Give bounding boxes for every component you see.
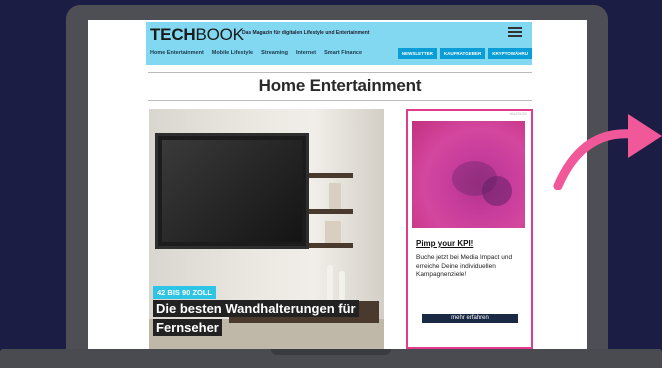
ad-label: ANZEIGE: [509, 111, 527, 116]
ad-image[interactable]: [412, 121, 525, 228]
krypto-button[interactable]: KRYPTOWÄHRU: [488, 48, 532, 59]
nav-item-internet[interactable]: Internet: [296, 50, 316, 56]
article-teaser[interactable]: 42 BIS 90 ZOLL Die besten Wandhalterunge…: [149, 109, 384, 349]
shelf: [309, 209, 353, 214]
tv-image: [155, 133, 309, 249]
shelf: [309, 173, 353, 178]
article-headline[interactable]: Die besten Wandhalterungen für Fernseher: [153, 299, 381, 337]
article-kicker: 42 BIS 90 ZOLL: [153, 286, 217, 299]
vase: [339, 271, 345, 301]
ad-text: Buche jetzt bei Media Impact und erreich…: [416, 254, 513, 278]
site-tagline: Das Magazin für digitalen Lifestyle und …: [242, 30, 370, 36]
ad-title[interactable]: Pimp your KPI!: [416, 239, 473, 248]
curved-arrow-icon: [553, 114, 662, 190]
logo-light-text: BOOK: [195, 25, 244, 44]
title-rule-bottom: [148, 100, 532, 101]
header-buttons: NEWSLETTER KAUFRATGEBER KRYPTOWÄHRU: [397, 48, 532, 59]
shelf-decoration: [329, 183, 341, 209]
kaufratgeber-button[interactable]: KAUFRATGEBER: [439, 48, 486, 59]
nav-item-mobile-lifestyle[interactable]: Mobile Lifestyle: [212, 50, 253, 56]
shelf: [309, 243, 353, 248]
page-title: Home Entertainment: [258, 76, 422, 95]
title-rule-top: [148, 72, 532, 73]
headline-text: Die besten Wandhalterungen für Fernseher: [153, 300, 359, 336]
vase: [327, 265, 333, 301]
nav-item-home-entertainment[interactable]: Home Entertainment: [150, 50, 204, 56]
main-nav: Home Entertainment Mobile Lifestyle Stre…: [150, 50, 362, 56]
browser-screen: TECHBOOK Das Magazin für digitalen Lifes…: [88, 20, 587, 349]
laptop-notch: [271, 349, 391, 355]
ad-more-button[interactable]: mehr erfahren: [422, 314, 518, 323]
newsletter-button[interactable]: NEWSLETTER: [397, 48, 437, 59]
site-header: TECHBOOK Das Magazin für digitalen Lifes…: [146, 22, 532, 65]
logo-bold-text: TECH: [150, 25, 196, 44]
menu-icon[interactable]: [508, 27, 522, 37]
site-logo[interactable]: TECHBOOK: [150, 26, 244, 44]
nav-item-smart-finance[interactable]: Smart Finance: [324, 50, 362, 56]
nav-item-streaming[interactable]: Streaming: [261, 50, 288, 56]
advertisement[interactable]: ANZEIGE Pimp your KPI! Buche jetzt bei M…: [406, 109, 533, 349]
shelf-decoration: [325, 221, 341, 243]
